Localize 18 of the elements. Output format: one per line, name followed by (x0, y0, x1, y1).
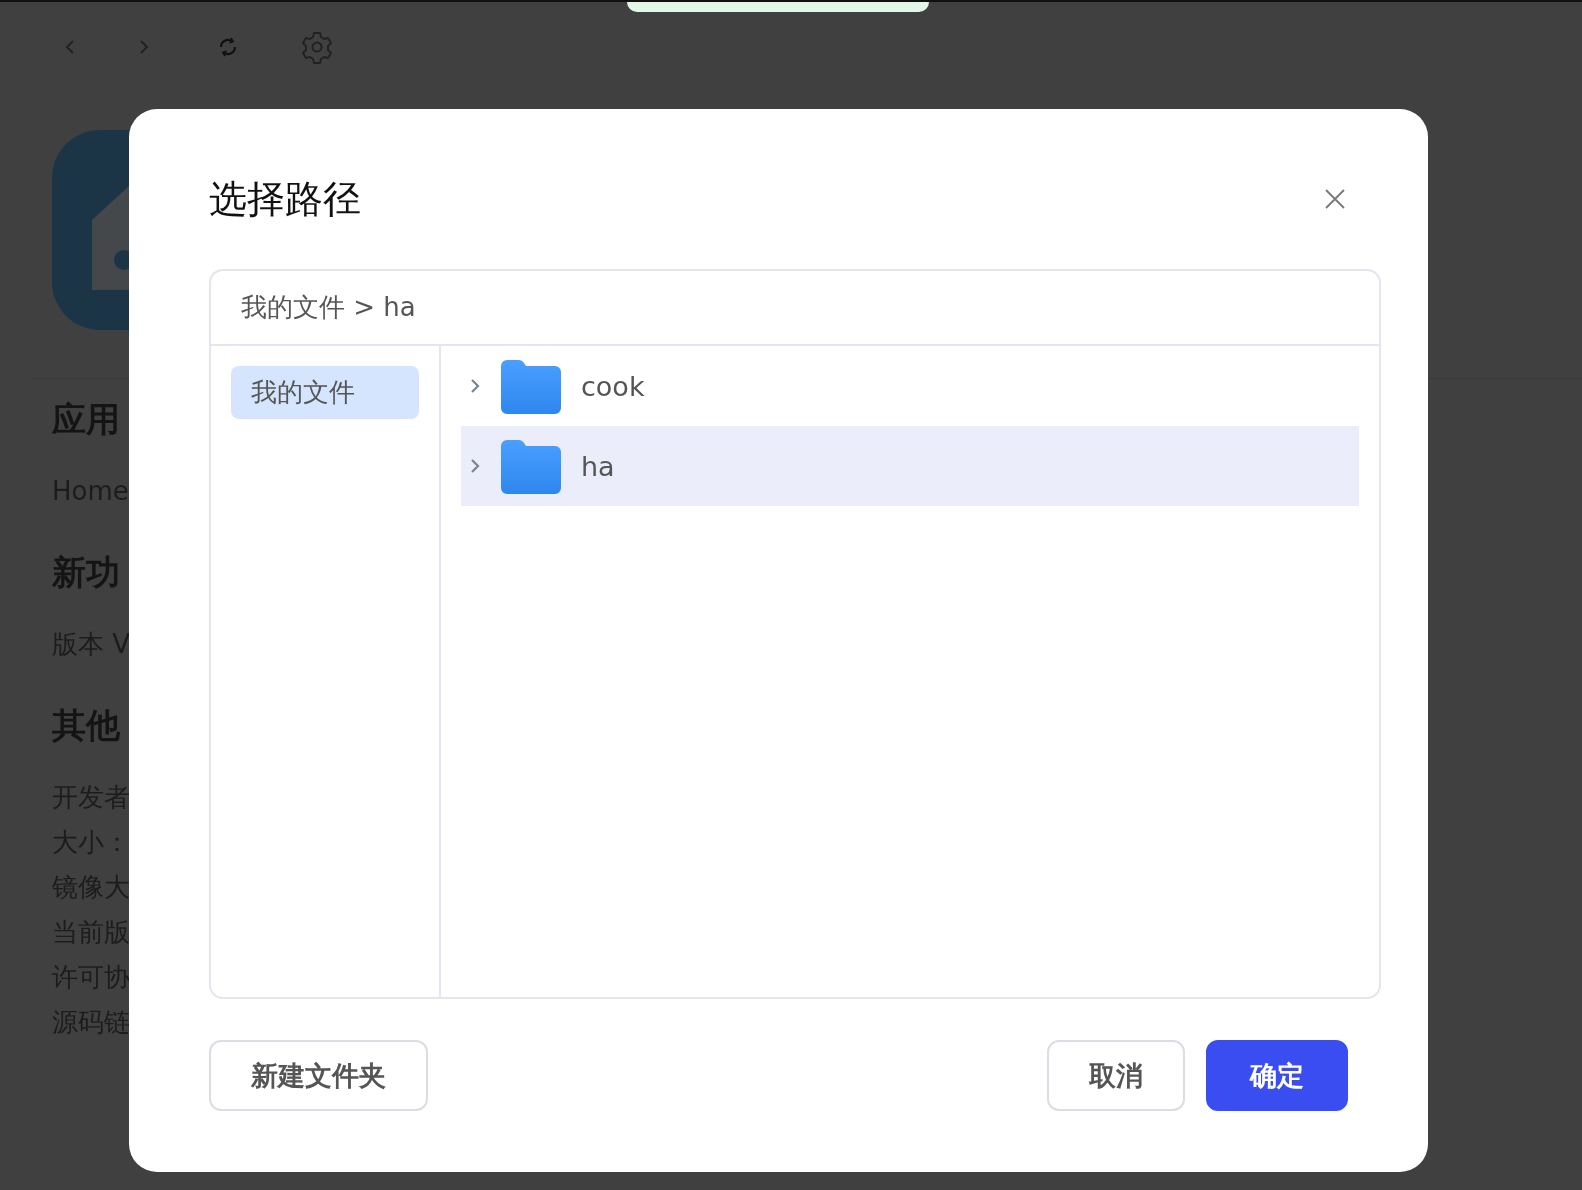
folder-name: ha (581, 450, 615, 482)
chevron-icon[interactable] (469, 457, 481, 475)
back-icon[interactable] (63, 38, 77, 56)
settings-icon[interactable] (300, 30, 334, 64)
folder-row[interactable]: ha (461, 426, 1359, 506)
folder-icon (501, 358, 561, 414)
confirm-button[interactable]: 确定 (1206, 1040, 1348, 1111)
breadcrumb: 我的文件 > ha (211, 271, 1379, 346)
folder-icon (501, 438, 561, 494)
chevron-icon[interactable] (469, 377, 481, 395)
new-folder-button[interactable]: 新建文件夹 (209, 1040, 428, 1111)
forward-icon[interactable] (137, 38, 151, 56)
dialog-title: 选择路径 (209, 175, 361, 223)
folder-row[interactable]: cook (461, 346, 1359, 426)
sidebar-item[interactable]: 我的文件 (231, 366, 419, 419)
close-icon[interactable] (1324, 188, 1346, 210)
folder-name: cook (581, 370, 645, 402)
cancel-button[interactable]: 取消 (1047, 1040, 1185, 1111)
